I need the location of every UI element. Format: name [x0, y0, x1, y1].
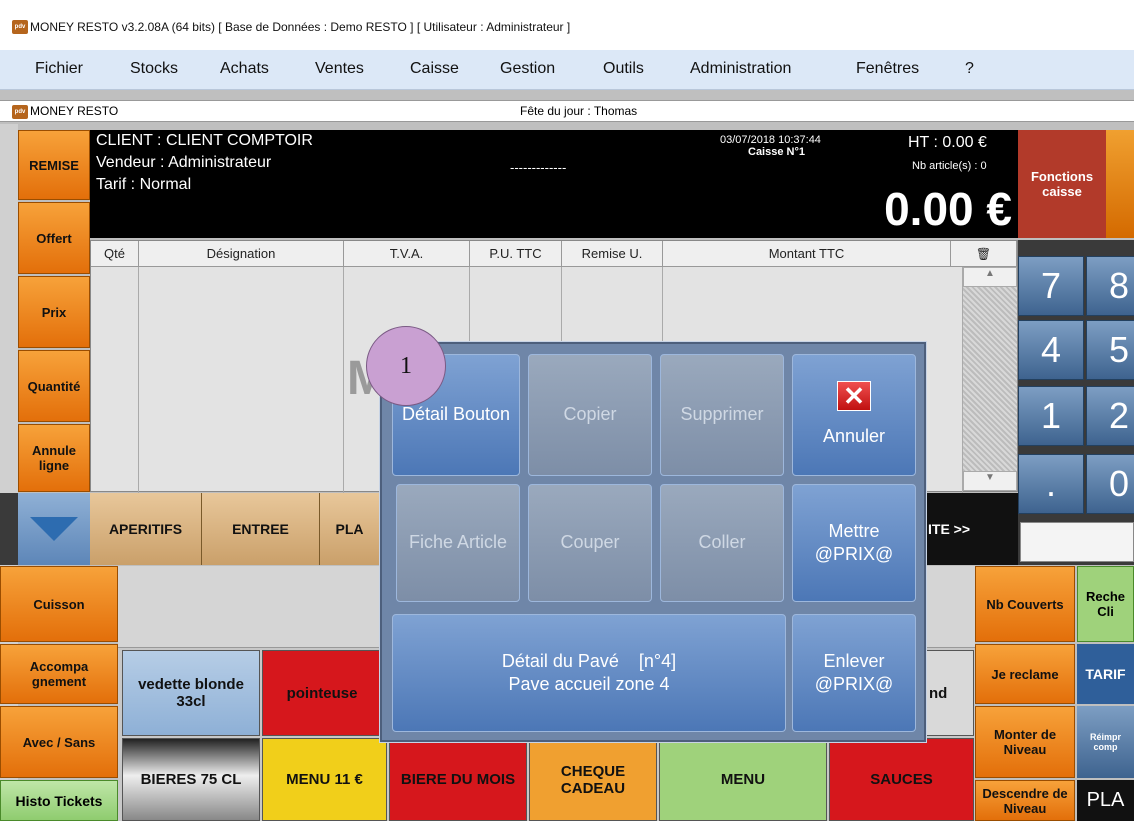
remise-button[interactable]: REMISE	[18, 130, 90, 200]
detail-pave-button[interactable]: Détail du Pavé [n°4] Pave accueil zone 4	[392, 614, 786, 732]
histo-tickets-button[interactable]: Histo Tickets	[0, 780, 118, 821]
detail-pave-title: Détail du Pavé [n°4]	[501, 650, 677, 671]
product-menu[interactable]: MENU	[659, 738, 827, 821]
coller-button[interactable]: Coller	[660, 484, 784, 602]
menu-administration[interactable]: Administration	[690, 60, 791, 78]
grid-col-body	[91, 267, 139, 493]
copier-button[interactable]: Copier	[528, 354, 652, 476]
menu-stocks[interactable]: Stocks	[130, 60, 178, 78]
product-menu-11[interactable]: MENU 11 €	[262, 738, 387, 821]
offert-button[interactable]: Offert	[18, 202, 90, 274]
annuler-label: Annuler	[822, 426, 886, 447]
monter-niveau-button[interactable]: Monter de Niveau	[975, 706, 1075, 778]
col-designation[interactable]: Désignation	[139, 241, 344, 267]
prix-button[interactable]: Prix	[18, 276, 90, 348]
right-orange-strip	[1106, 130, 1134, 238]
category-plat[interactable]: PLA	[320, 493, 380, 565]
category-aperitifs[interactable]: APERITIFS	[90, 493, 202, 565]
menu-fichier[interactable]: Fichier	[35, 60, 83, 78]
product-vedette[interactable]: vedette blonde 33cl	[122, 650, 260, 736]
numpad-key-5[interactable]: 5	[1086, 320, 1134, 380]
numpad-key-0[interactable]: 0	[1086, 454, 1134, 514]
col-remise[interactable]: Remise U.	[562, 241, 663, 267]
numpad-key-4[interactable]: 4	[1018, 320, 1084, 380]
button-context-dialog: Détail Bouton Copier Supprimer ✕ Annuler…	[380, 342, 926, 742]
annuler-button[interactable]: ✕ Annuler	[792, 354, 916, 476]
col-tva[interactable]: T.V.A.	[344, 241, 470, 267]
datetime-label: 03/07/2018 10:37:44	[720, 134, 821, 146]
product-bieres-75[interactable]: BIERES 75 CL	[122, 738, 260, 821]
product-cheque-cadeau[interactable]: CHEQUE CADEAU	[529, 738, 657, 821]
numpad-input[interactable]	[1020, 522, 1134, 562]
numpad-key-2[interactable]: 2	[1086, 386, 1134, 446]
dashes-label: -------------	[510, 160, 567, 175]
quantite-button[interactable]: Quantité	[18, 350, 90, 422]
caisse-label: Caisse N°1	[748, 146, 805, 158]
annotation-badge: 1	[366, 326, 446, 406]
menu-ventes[interactable]: Ventes	[315, 60, 364, 78]
detail-pave-subtitle: Pave accueil zone 4	[508, 674, 670, 694]
menu-outils[interactable]: Outils	[603, 60, 644, 78]
nb-couverts-button[interactable]: Nb Couverts	[975, 566, 1075, 642]
cuisson-button[interactable]: Cuisson	[0, 566, 118, 642]
numpad-key-dot[interactable]: .	[1018, 454, 1084, 514]
product-biere-du-mois[interactable]: BIERE DU MOIS	[389, 738, 527, 821]
fonctions-caisse-button[interactable]: Fonctions caisse	[1018, 130, 1106, 238]
nb-articles-label: Nb article(s) : 0	[912, 160, 987, 172]
ticket-header: CLIENT : CLIENT COMPTOIR Vendeur : Admin…	[90, 130, 1018, 238]
accompagnement-button[interactable]: Accompa gnement	[0, 644, 118, 704]
avec-sans-button[interactable]: Avec / Sans	[0, 706, 118, 778]
category-suite-button[interactable]: ITE >>	[926, 493, 1018, 565]
vendeur-label: Vendeur : Administrateur	[96, 154, 272, 171]
product-nd[interactable]: nd	[926, 650, 974, 736]
je-reclame-button[interactable]: Je reclame	[975, 644, 1075, 704]
tarif-button[interactable]: TARIF	[1077, 644, 1134, 704]
col-qte[interactable]: Qté	[91, 241, 139, 267]
couper-button[interactable]: Couper	[528, 484, 652, 602]
grid-col-body	[139, 267, 344, 493]
close-icon: ✕	[837, 381, 871, 412]
app-logo-icon: pdv	[12, 20, 28, 34]
fiche-article-button[interactable]: Fiche Article	[396, 484, 520, 602]
pla-button[interactable]: PLA	[1077, 780, 1134, 821]
total-amount: 0.00 €	[884, 183, 1012, 235]
window-titlebar: pdv MONEY RESTO v3.2.08A (64 bits) [ Bas…	[0, 0, 1134, 50]
menu-caisse[interactable]: Caisse	[410, 60, 459, 78]
client-label: CLIENT : CLIENT COMPTOIR	[96, 132, 313, 149]
menu-gestion[interactable]: Gestion	[500, 60, 555, 78]
inner-window-titlebar: pdv MONEY RESTO Fête du jour : Thomas	[0, 100, 1134, 122]
numpad-key-7[interactable]: 7	[1018, 256, 1084, 316]
trash-icon[interactable]: 🗑	[951, 241, 1017, 267]
scroll-up-icon[interactable]: ▲	[963, 267, 1017, 287]
recherche-client-button[interactable]: Reche Cli	[1077, 566, 1134, 642]
supprimer-button[interactable]: Supprimer	[660, 354, 784, 476]
grid-scrollbar[interactable]: ▲ ▼	[963, 267, 1017, 491]
tarif-label: Tarif : Normal	[96, 176, 192, 193]
col-pu-ttc[interactable]: P.U. TTC	[470, 241, 562, 267]
category-scroll-down-icon[interactable]	[18, 493, 90, 565]
numpad-key-1[interactable]: 1	[1018, 386, 1084, 446]
mettre-prix-button[interactable]: Mettre @PRIX@	[792, 484, 916, 602]
descendre-niveau-button[interactable]: Descendre de Niveau	[975, 780, 1075, 821]
window-title: MONEY RESTO v3.2.08A (64 bits) [ Base de…	[30, 20, 571, 34]
reimprimer-button[interactable]: Réimpr comp	[1077, 706, 1134, 778]
annule-ligne-button[interactable]: Annule ligne	[18, 424, 90, 492]
menu-achats[interactable]: Achats	[220, 60, 269, 78]
scroll-down-icon[interactable]: ▼	[963, 471, 1017, 491]
inner-title: MONEY RESTO	[30, 104, 119, 118]
inner-logo-icon: pdv	[12, 105, 28, 119]
menu-fenetres[interactable]: Fenêtres	[856, 60, 919, 78]
ht-label: HT : 0.00 €	[908, 134, 987, 151]
product-sauces[interactable]: SAUCES	[829, 738, 974, 821]
fete-du-jour: Fête du jour : Thomas	[520, 104, 638, 118]
enlever-prix-button[interactable]: Enlever @PRIX@	[792, 614, 916, 732]
numpad-key-8[interactable]: 8	[1086, 256, 1134, 316]
menu-help[interactable]: ?	[965, 60, 974, 78]
category-entree[interactable]: ENTREE	[202, 493, 320, 565]
menu-bar: Fichier Stocks Achats Ventes Caisse Gest…	[0, 50, 1134, 90]
product-pointeuse[interactable]: pointeuse	[262, 650, 382, 736]
col-montant-ttc[interactable]: Montant TTC	[663, 241, 951, 267]
